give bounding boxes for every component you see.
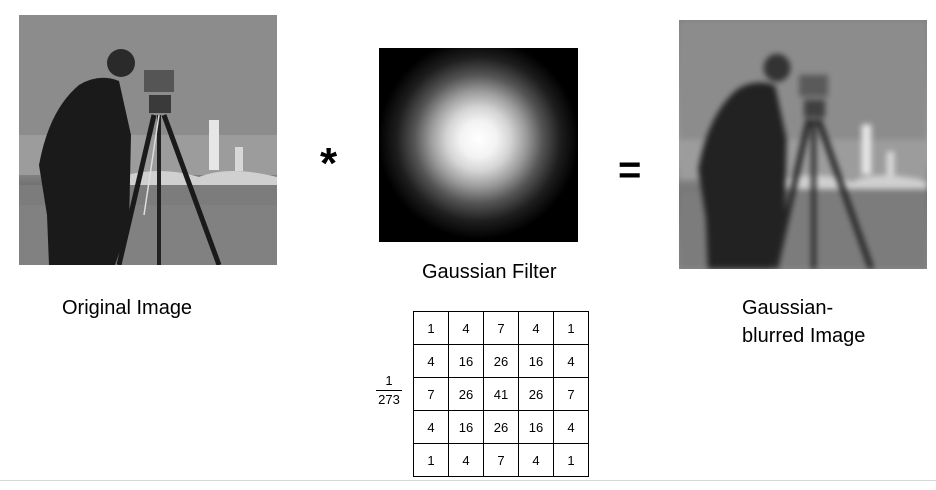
kernel-cell: 26 [448, 377, 484, 411]
kernel-cell: 16 [518, 344, 554, 378]
kernel-cell: 4 [413, 410, 449, 444]
bottom-divider [0, 480, 936, 481]
kernel-cell: 4 [553, 344, 589, 378]
kernel-cell: 16 [518, 410, 554, 444]
kernel-cell: 4 [413, 344, 449, 378]
kernel-cell: 7 [413, 377, 449, 411]
normalization-fraction: 1 273 [370, 374, 408, 407]
blurred-image-caption-line1: Gaussian- [742, 297, 834, 319]
kernel-cell: 4 [518, 443, 554, 477]
kernel-row: 4 16 26 16 4 [413, 410, 589, 444]
kernel-cell: 16 [448, 410, 484, 444]
kernel-cell: 7 [483, 443, 519, 477]
fraction-denominator: 273 [378, 392, 400, 407]
kernel-cell: 26 [518, 377, 554, 411]
original-image-caption: Original Image [62, 297, 193, 319]
kernel-matrix: 1 4 7 4 1 4 16 26 16 4 7 26 41 26 7 4 16 26 16 4 1 4 7 4 1 [413, 311, 589, 477]
kernel-cell: 1 [553, 311, 589, 345]
original-image [19, 15, 277, 265]
kernel-row: 7 26 41 26 7 [413, 377, 589, 411]
gaussian-filter-caption: Gaussian Filter [422, 261, 557, 283]
kernel-cell: 4 [518, 311, 554, 345]
blurred-cameraman-photo [679, 20, 927, 269]
kernel-cell: 1 [413, 443, 449, 477]
kernel-cell: 1 [553, 443, 589, 477]
kernel-cell: 26 [483, 344, 519, 378]
kernel-cell: 7 [483, 311, 519, 345]
kernel-row: 14741 [413, 443, 589, 477]
kernel-row: 14741 [413, 311, 589, 345]
gaussian-kernel-image [379, 48, 578, 242]
equals-operator: = [618, 148, 642, 192]
kernel-cell: 4 [553, 410, 589, 444]
blurred-image-caption-line2: blurred Image [742, 325, 866, 347]
fraction-numerator: 1 [385, 373, 393, 388]
kernel-row: 4 16 26 16 4 [413, 344, 589, 378]
kernel-cell: 1 [413, 311, 449, 345]
convolution-operator: * [320, 139, 338, 188]
kernel-cell: 4 [448, 311, 484, 345]
kernel-cell: 4 [448, 443, 484, 477]
kernel-cell: 7 [553, 377, 589, 411]
kernel-cell: 26 [483, 410, 519, 444]
blurred-image [679, 20, 927, 269]
kernel-cell: 16 [448, 344, 484, 378]
fraction-bar [376, 390, 402, 391]
cameraman-photo [19, 15, 277, 265]
kernel-cell: 41 [483, 377, 519, 411]
